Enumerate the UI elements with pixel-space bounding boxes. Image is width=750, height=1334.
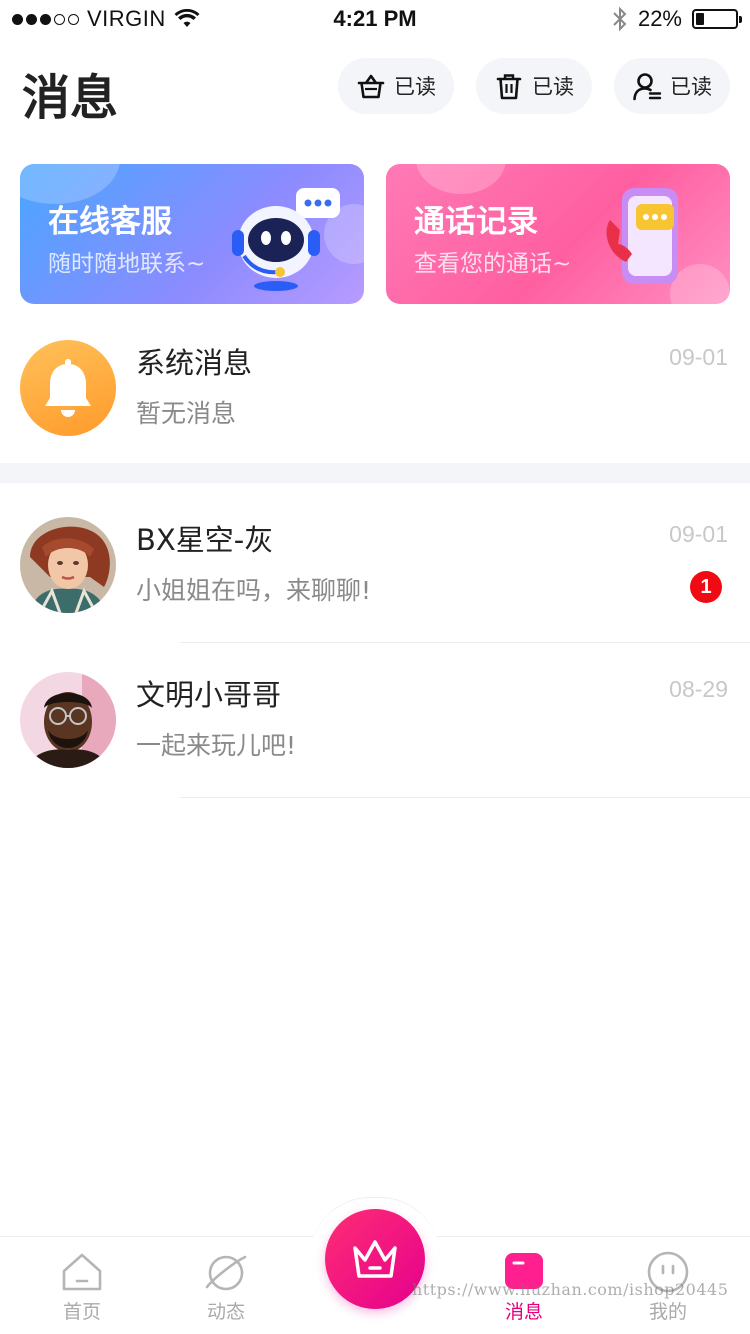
feature-cards: 在线客服 随时随地联系~ 通话记录 查看您的通话~ xyxy=(20,164,730,304)
tab-label: 首页 xyxy=(62,1301,101,1323)
chat-row-1[interactable]: BX星空-灰 小姐姐在吗，来聊聊! 09-01 1 xyxy=(0,495,750,651)
mark-read-label: 已读 xyxy=(670,75,712,99)
card-title: 通话记录 xyxy=(414,204,538,240)
status-right: 22% xyxy=(612,6,742,32)
tab-label: 我的 xyxy=(648,1301,687,1323)
card-title: 在线客服 xyxy=(48,204,172,240)
battery-percent: 22% xyxy=(637,6,682,31)
crown-icon xyxy=(353,1240,397,1278)
message-time: 09-01 xyxy=(669,521,728,547)
user-icon xyxy=(633,73,662,101)
battery-level xyxy=(696,13,704,25)
message-sender: 文明小哥哥 xyxy=(136,678,282,712)
card-subtitle: 随时随地联系~ xyxy=(48,251,206,277)
system-message-row[interactable]: 系统消息 暂无消息 09-01 xyxy=(0,318,750,474)
center-action-button[interactable] xyxy=(325,1209,425,1309)
online-service-card[interactable]: 在线客服 随时随地联系~ xyxy=(20,164,364,304)
row-divider xyxy=(180,797,750,798)
tab-label: 动态 xyxy=(206,1301,245,1323)
robot-support-icon xyxy=(232,188,340,291)
message-preview: 一起来玩儿吧! xyxy=(136,731,297,760)
call-records-card[interactable]: 通话记录 查看您的通话~ xyxy=(386,164,730,304)
mark-read-label: 已读 xyxy=(394,75,436,99)
mark-read-button-2[interactable]: 已读 xyxy=(476,58,592,114)
bell-icon xyxy=(45,359,91,417)
bluetooth-icon xyxy=(613,6,627,32)
message-time: 09-01 xyxy=(669,344,728,370)
planet-icon xyxy=(205,1255,247,1291)
section-divider xyxy=(0,463,750,483)
chat-row-2[interactable]: 文明小哥哥 一起来玩儿吧! 08-29 xyxy=(0,650,750,806)
trash-icon xyxy=(496,74,522,100)
unread-badge: 1 xyxy=(690,571,722,603)
message-sender: 系统消息 xyxy=(136,346,253,380)
status-bar: VIRGIN 4:21 PM 22% xyxy=(0,0,750,40)
tab-home[interactable]: 首页 xyxy=(32,1249,132,1324)
card-subtitle: 查看您的通话~ xyxy=(414,251,572,277)
page-title: 消息 xyxy=(22,70,119,126)
row-divider xyxy=(180,642,750,643)
watermark-text: https://www.huzhan.com/ishop20445 xyxy=(412,1280,729,1299)
mark-read-button-1[interactable]: 已读 xyxy=(338,58,454,114)
battery-icon xyxy=(692,9,742,29)
header-actions: 已读 已读 已读 xyxy=(338,58,730,114)
tab-label: 消息 xyxy=(504,1301,543,1323)
message-preview: 暂无消息 xyxy=(136,399,237,428)
message-sender: BX星空-灰 xyxy=(136,523,274,557)
tab-moments[interactable]: 动态 xyxy=(176,1249,276,1324)
mark-read-label: 已读 xyxy=(532,75,574,99)
mark-read-button-3[interactable]: 已读 xyxy=(614,58,730,114)
avatar xyxy=(20,517,116,613)
basket-icon xyxy=(357,74,385,99)
woman-avatar-image xyxy=(20,517,116,613)
phone-call-icon xyxy=(606,188,678,284)
home-icon xyxy=(62,1253,102,1291)
message-time: 08-29 xyxy=(669,676,728,702)
bell-avatar xyxy=(20,340,116,436)
man-avatar-image xyxy=(20,672,116,768)
message-preview: 小姐姐在吗，来聊聊! xyxy=(136,576,372,605)
avatar xyxy=(20,672,116,768)
